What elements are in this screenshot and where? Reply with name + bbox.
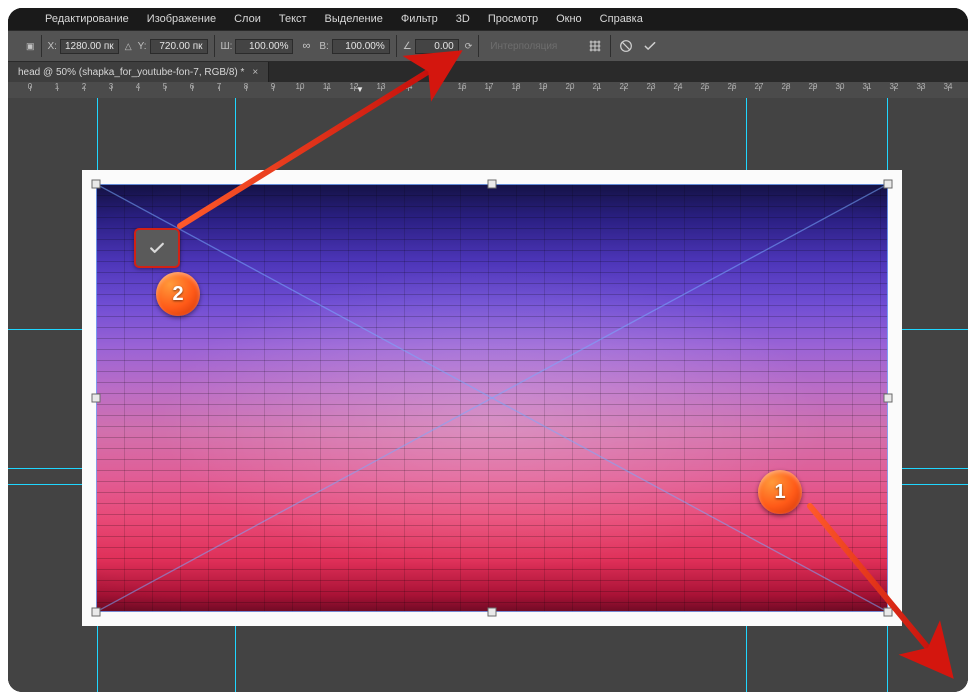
ruler-tick: 33 <box>914 82 928 91</box>
menu-layers[interactable]: Слои <box>225 8 270 30</box>
ruler-tick: 25 <box>698 82 712 91</box>
angle-field[interactable]: 0.00 <box>415 39 459 54</box>
ruler-tick: 32 <box>887 82 901 91</box>
ruler-tick: 20 <box>563 82 577 91</box>
menu-bar: Редактирование Изображение Слои Текст Вы… <box>8 8 968 30</box>
commit-transform-icon[interactable] <box>638 35 662 57</box>
ruler-tick: 34 <box>941 82 955 91</box>
x-label: X: <box>48 41 57 52</box>
menu-edit[interactable]: Редактирование <box>36 8 138 30</box>
angle-dropdown-icon[interactable]: ⟳ <box>465 41 473 52</box>
ruler-tick: 6 <box>185 82 199 91</box>
workspace: 2 1 <box>8 98 968 692</box>
menu-view[interactable]: Просмотр <box>479 8 547 30</box>
menu-3d[interactable]: 3D <box>447 8 479 30</box>
ruler-tick: 9 <box>266 82 280 91</box>
interpolation-label[interactable]: Интерполяция <box>482 41 565 52</box>
w-label: Ш: <box>221 41 233 52</box>
document-tab[interactable]: head @ 50% (shapka_for_youtube-fon-7, RG… <box>8 62 269 82</box>
ruler-tick: 24 <box>671 82 685 91</box>
cancel-transform-icon[interactable] <box>614 35 638 57</box>
ruler-tick: 31 <box>860 82 874 91</box>
y-field[interactable]: 720.00 пк <box>150 39 208 54</box>
document-tab-title: head @ 50% (shapka_for_youtube-fon-7, RG… <box>18 67 244 78</box>
commit-transform-floating-button[interactable] <box>134 228 180 268</box>
ruler-tick: 8 <box>239 82 253 91</box>
link-aspect-icon[interactable]: ∞ <box>299 40 313 52</box>
document-tab-row: head @ 50% (shapka_for_youtube-fon-7, RG… <box>8 62 968 82</box>
ruler-tick: 16 <box>455 82 469 91</box>
image-layer[interactable] <box>96 184 888 612</box>
ruler-tick: 14 <box>401 82 415 91</box>
ruler-tick: 4 <box>131 82 145 91</box>
annotation-callout-2: 2 <box>156 272 200 316</box>
h-label: В: <box>319 41 328 52</box>
close-tab-icon[interactable]: × <box>252 67 258 78</box>
ruler-tick: 3 <box>104 82 118 91</box>
ruler-tick: 7 <box>212 82 226 91</box>
ruler-tick: 30 <box>833 82 847 91</box>
angle-label: ∠ <box>403 41 412 52</box>
ruler-tick: 11 <box>320 82 334 91</box>
ruler-tick: 1 <box>50 82 64 91</box>
canvas[interactable] <box>82 170 902 626</box>
ruler-tick: 19 <box>536 82 550 91</box>
ruler-tick: 18 <box>509 82 523 91</box>
horizontal-ruler[interactable]: 0123456789101112131415161718192021222324… <box>8 82 968 99</box>
ruler-tick: 17 <box>482 82 496 91</box>
ruler-tick: 21 <box>590 82 604 91</box>
reference-point-icon[interactable]: ▣ <box>26 41 35 52</box>
menu-image[interactable]: Изображение <box>138 8 225 30</box>
ruler-tick: 15 <box>428 82 442 91</box>
menu-text[interactable]: Текст <box>270 8 316 30</box>
ruler-tick: 10 <box>293 82 307 91</box>
options-bar: ▣ X: 1280.00 пк △ Y: 720.00 пк Ш: 100.00… <box>8 30 968 62</box>
y-label: Y: <box>138 41 147 52</box>
delta-icon[interactable]: △ <box>125 41 132 52</box>
x-field[interactable]: 1280.00 пк <box>60 39 119 54</box>
menu-filter[interactable]: Фильтр <box>392 8 447 30</box>
ruler-tick: 13 <box>374 82 388 91</box>
ruler-tick: 23 <box>644 82 658 91</box>
menu-select[interactable]: Выделение <box>316 8 392 30</box>
menu-help[interactable]: Справка <box>591 8 652 30</box>
photoshop-window: Редактирование Изображение Слои Текст Вы… <box>8 8 968 692</box>
warp-mode-icon[interactable] <box>583 35 607 57</box>
h-field[interactable]: 100.00% <box>332 39 390 54</box>
ruler-tick: 26 <box>725 82 739 91</box>
ruler-tick: 27 <box>752 82 766 91</box>
ruler-tick: 2 <box>77 82 91 91</box>
menu-window[interactable]: Окно <box>547 8 591 30</box>
annotation-callout-1: 1 <box>758 470 802 514</box>
ruler-tick: 29 <box>806 82 820 91</box>
ruler-tick: 28 <box>779 82 793 91</box>
ruler-tick: 5 <box>158 82 172 91</box>
ruler-tick: 0 <box>23 82 37 91</box>
ruler-tick: 22 <box>617 82 631 91</box>
w-field[interactable]: 100.00% <box>235 39 293 54</box>
ruler-origin-icon: ▼ <box>356 85 364 94</box>
